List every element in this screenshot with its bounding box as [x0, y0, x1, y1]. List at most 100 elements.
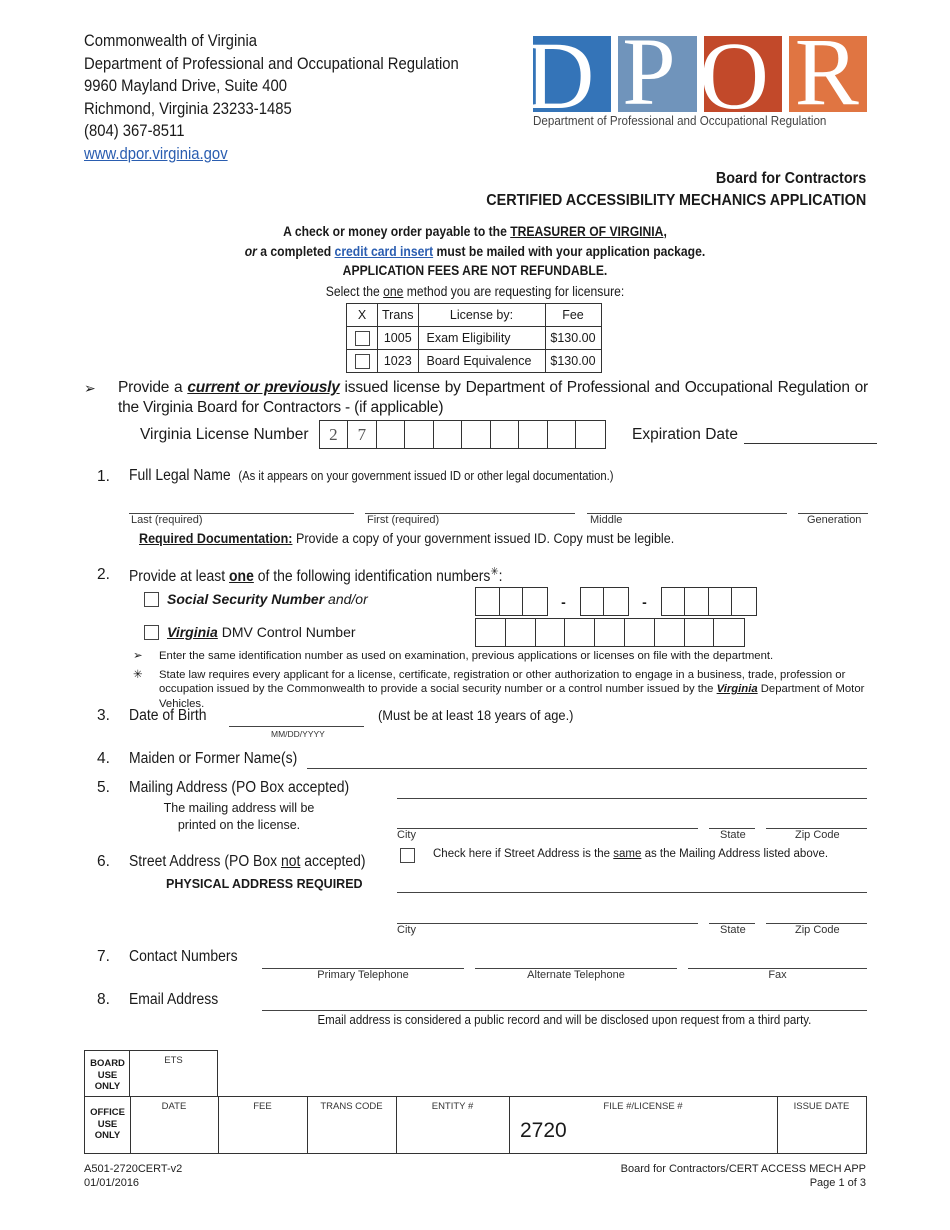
item-number: 6. [97, 853, 110, 870]
license-digit[interactable] [491, 421, 520, 448]
address-line: Department of Professional and Occupatio… [84, 54, 459, 73]
maiden-name-field[interactable] [307, 748, 867, 769]
item-number: 2. [97, 566, 110, 583]
zip-code-caption: Zip Code [795, 829, 840, 841]
city-caption: City [397, 924, 416, 936]
arrow-bullet-icon: ➢ [84, 380, 96, 396]
license-digit[interactable]: 7 [348, 421, 377, 448]
exam-eligibility-checkbox[interactable] [354, 330, 370, 346]
page-number: Page 1 of 3 [809, 1176, 866, 1189]
board-equivalence-checkbox[interactable] [354, 353, 370, 369]
footer-left: A501-2720CERT-v2 01/01/2016 [84, 1163, 182, 1190]
fax-field[interactable] [688, 948, 867, 969]
expiration-date-field[interactable] [743, 424, 877, 444]
middle-name-caption: Middle [590, 514, 623, 526]
office-use-only-label: OFFICE USE ONLY [90, 1107, 125, 1141]
license-number-row: Virginia License Number 2 7 [140, 420, 606, 449]
maiden-name-label: Maiden or Former Name(s) [129, 750, 298, 767]
last-name-field[interactable] [129, 500, 354, 514]
website-link[interactable]: www.dpor.virginia.gov [84, 145, 228, 163]
middle-name-field[interactable] [587, 500, 787, 514]
license-digit[interactable] [434, 421, 463, 448]
item-number: 3. [97, 707, 110, 724]
mailing-address-note: The mailing address will be printed on t… [163, 801, 315, 832]
board-name: Board for Contractors [715, 170, 866, 187]
generation-field[interactable] [798, 500, 868, 514]
mailing-zip-field[interactable] [766, 808, 867, 829]
ssn-checkbox[interactable] [144, 591, 159, 607]
dmv-control-number-input[interactable] [475, 618, 746, 647]
dmv-option: Virginia DMV Control Number [144, 624, 356, 640]
non-refundable-notice: APPLICATION FEES ARE NOT REFUNDABLE. [342, 263, 608, 278]
street-zip-field[interactable] [766, 903, 867, 924]
license-digit[interactable] [377, 421, 406, 448]
mailing-address-label: Mailing Address (PO Box accepted) [129, 779, 350, 796]
item-number: 5. [97, 779, 110, 796]
license-digit[interactable] [405, 421, 434, 448]
generation-caption: Generation [807, 514, 862, 526]
mailing-state-field[interactable] [709, 808, 755, 829]
license-digit[interactable] [462, 421, 491, 448]
license-digit[interactable]: 2 [320, 421, 349, 448]
fee-table-row: 1005 Exam Eligibility $130.00 [346, 326, 602, 350]
expiration-date-row: Expiration Date [632, 424, 877, 444]
dmv-checkbox[interactable] [144, 624, 159, 640]
fax-caption: Fax [768, 969, 787, 981]
item-number: 7. [97, 948, 110, 965]
phone-number: (804) 367-8511 [84, 122, 185, 141]
fee-table: X Trans License by: Fee 1005 Exam Eligib… [346, 303, 602, 373]
license-instruction: ➢ Provide a current or previously issued… [84, 379, 868, 416]
dpor-logo: D P O R Department of Professional and O… [533, 36, 867, 128]
physical-address-required: PHYSICAL ADDRESS REQUIRED [166, 877, 363, 891]
form-id: A501-2720CERT-v2 [84, 1163, 183, 1175]
license-number-input[interactable]: 2 7 [318, 420, 606, 449]
asterisk-icon: ✳ [133, 668, 143, 681]
license-digit[interactable] [576, 421, 605, 448]
date-column-header: DATE [161, 1101, 187, 1112]
fee-table-header: X Trans License by: Fee [346, 303, 602, 327]
item-number: 1. [97, 468, 110, 485]
entity-column-header: ENTITY # [431, 1101, 474, 1112]
office-use-box: OFFICE USE ONLY DATE FEE TRANS CODE ENTITY… [84, 1096, 867, 1154]
payee: TREASURER OF VIRGINIA [510, 224, 664, 239]
zip-code-caption: Zip Code [795, 924, 840, 936]
date-format-hint: MM/DD/YYYY [271, 729, 325, 739]
date-of-birth-field[interactable] [229, 706, 364, 727]
form-date: 01/01/2016 [84, 1176, 140, 1189]
mailing-city-field[interactable] [397, 808, 698, 829]
board-use-only-label: BOARD USE ONLY [90, 1058, 125, 1092]
asterisk-icon: ✳ [490, 566, 499, 578]
street-state-field[interactable] [709, 903, 755, 924]
ssn-input[interactable]: - - [475, 587, 757, 616]
logo-tile-d: D [533, 36, 612, 112]
credit-card-insert-link[interactable]: credit card insert [335, 244, 434, 259]
footer-app-name: Board for Contractors/CERT ACCESS MECH A… [620, 1163, 866, 1175]
state-caption: State [720, 924, 746, 936]
last-name-caption: Last (required) [131, 514, 203, 526]
item-number: 4. [97, 750, 110, 767]
issue-date-column-header: ISSUE DATE [793, 1101, 850, 1112]
state-caption: State [720, 829, 746, 841]
email-address-field[interactable] [262, 990, 867, 1011]
address-line: Commonwealth of Virginia [84, 32, 258, 50]
license-digit[interactable] [548, 421, 577, 448]
fee-column-header: FEE [253, 1101, 272, 1112]
first-name-caption: First (required) [367, 514, 440, 526]
license-number-label: Virginia License Number [140, 425, 309, 443]
logo-tile-r: R [788, 36, 867, 112]
license-digit[interactable] [519, 421, 548, 448]
street-city-field[interactable] [397, 903, 698, 924]
street-field[interactable] [397, 872, 867, 893]
first-name-field[interactable] [365, 500, 575, 514]
fee-table-row: 1023 Board Equivalence $130.00 [346, 349, 602, 373]
address-line: 9960 Mayland Drive, Suite 400 [84, 77, 288, 96]
identification-label: Provide at least one of the following id… [129, 566, 503, 586]
logo-tile-p: P [618, 36, 697, 112]
mailing-street-field[interactable] [397, 778, 867, 799]
same-address-checkbox[interactable] [400, 848, 415, 863]
alternate-telephone-caption: Alternate Telephone [527, 969, 625, 981]
ssn-option: Social Security Number and/or [144, 591, 368, 607]
arrow-bullet-icon: ➢ [133, 650, 143, 662]
primary-telephone-field[interactable] [262, 948, 464, 969]
alternate-telephone-field[interactable] [475, 948, 677, 969]
